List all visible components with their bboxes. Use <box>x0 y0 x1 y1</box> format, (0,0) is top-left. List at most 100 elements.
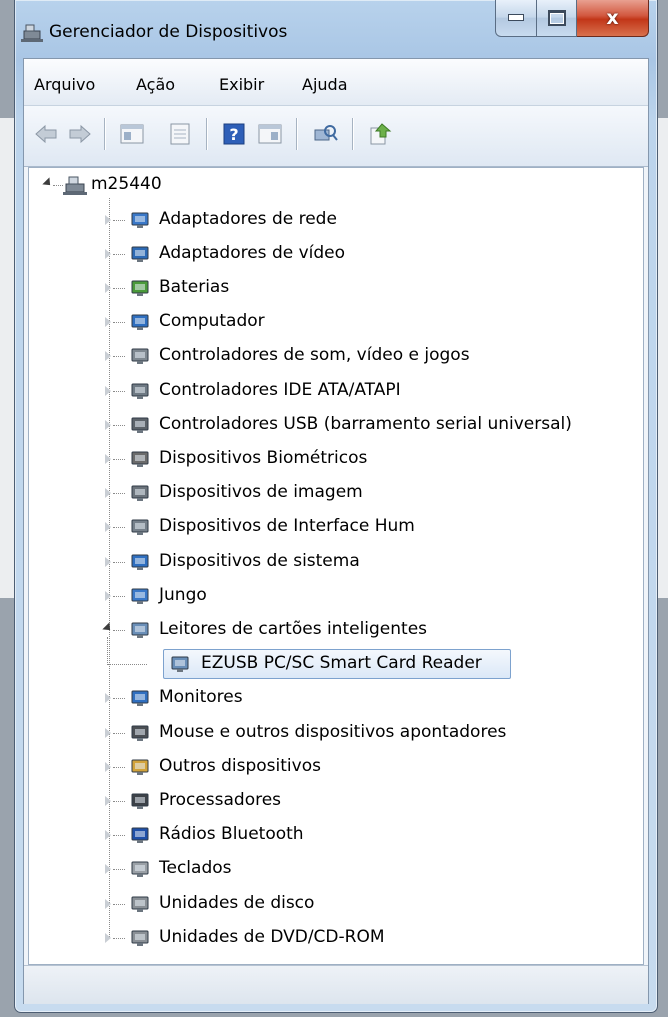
show-hide-console-tree-button[interactable] <box>118 120 146 148</box>
tree-item[interactable]: Computador <box>29 307 643 337</box>
tree-item[interactable]: Processadores <box>29 786 643 816</box>
expand-collapse-icon[interactable] <box>105 214 111 225</box>
expand-collapse-icon[interactable] <box>105 453 111 464</box>
expand-collapse-icon[interactable] <box>105 351 111 362</box>
tree-item-label: Baterias <box>159 276 230 297</box>
unknown-device-icon <box>129 756 151 778</box>
tree-item[interactable]: Controladores IDE ATA/ATAPI <box>29 376 643 406</box>
expand-collapse-icon[interactable] <box>105 727 111 738</box>
tree-child-label: EZUSB PC/SC Smart Card Reader <box>201 653 482 674</box>
smart-card-reader-icon <box>129 619 151 641</box>
tree-item[interactable]: Dispositivos de imagem <box>29 478 643 508</box>
minimize-icon <box>508 14 524 21</box>
tree-item[interactable]: Adaptadores de vídeo <box>29 239 643 269</box>
close-button[interactable]: x <box>577 0 649 37</box>
tree-item[interactable]: Controladores de som, vídeo e jogos <box>29 341 643 371</box>
tree-item[interactable]: Monitores <box>29 683 643 713</box>
monitor-icon <box>129 687 151 709</box>
tree-item-label: Adaptadores de vídeo <box>159 242 346 263</box>
tree-item[interactable]: Jungo <box>29 581 643 611</box>
maximize-button[interactable] <box>537 0 577 37</box>
tree-guide <box>113 458 125 460</box>
scan-hardware-changes-button[interactable] <box>312 120 340 148</box>
tree-item[interactable]: Teclados <box>29 854 643 884</box>
menu-arquivo[interactable]: Arquivo <box>34 75 95 94</box>
tree-item-label: Dispositivos de sistema <box>159 550 360 571</box>
forward-button[interactable] <box>66 120 94 148</box>
expand-collapse-icon[interactable] <box>105 864 111 875</box>
display-adapter-icon <box>129 243 151 265</box>
tree-item[interactable]: Dispositivos de sistema <box>29 547 643 577</box>
tree-item-label: Monitores <box>159 687 243 708</box>
expand-collapse-icon[interactable] <box>105 248 111 259</box>
battery-icon <box>129 277 151 299</box>
tree-item-label: Unidades de disco <box>159 892 315 913</box>
expand-collapse-icon[interactable] <box>105 317 111 328</box>
expand-collapse-icon[interactable] <box>105 932 111 943</box>
computer-icon <box>63 174 87 196</box>
tree-root-label: m25440 <box>91 174 162 194</box>
svg-text:?: ? <box>229 125 238 144</box>
help-button[interactable]: ? <box>220 120 248 148</box>
tree-guide <box>113 629 125 631</box>
menu-acao[interactable]: Ação <box>136 75 175 94</box>
show-action-pane-button[interactable] <box>256 120 284 148</box>
tree-item[interactable]: Controladores USB (barramento serial uni… <box>29 410 643 440</box>
minimize-button[interactable] <box>495 0 537 37</box>
expand-collapse-icon[interactable] <box>102 622 114 634</box>
properties-button[interactable] <box>166 120 194 148</box>
expand-collapse-icon[interactable] <box>105 898 111 909</box>
tree-item[interactable]: Mouse e outros dispositivos apontadores <box>29 718 643 748</box>
title-bar[interactable]: Gerenciador de Dispositivos x <box>15 0 657 58</box>
tree-guide <box>113 732 125 734</box>
expand-collapse-icon[interactable] <box>105 522 111 533</box>
tree-item[interactable]: Dispositivos Biométricos <box>29 444 643 474</box>
keyboard-icon <box>129 858 151 880</box>
status-bar <box>24 965 648 1004</box>
expand-collapse-icon[interactable] <box>105 590 111 601</box>
tree-guide <box>113 493 125 495</box>
tree-item[interactable]: Unidades de DVD/CD-ROM <box>29 923 643 953</box>
back-icon <box>35 124 57 144</box>
menu-ajuda[interactable]: Ajuda <box>302 75 348 94</box>
tree-item-label: Controladores de som, vídeo e jogos <box>159 345 470 366</box>
expand-collapse-icon[interactable] <box>105 556 111 567</box>
tree-item[interactable]: Leitores de cartões inteligentes <box>29 615 643 645</box>
expand-collapse-icon[interactable] <box>42 177 54 189</box>
tree-item-label: Mouse e outros dispositivos apontadores <box>159 721 507 742</box>
fingerprint-icon <box>129 448 151 470</box>
device-tree[interactable]: m25440 Adaptadores de rede Adaptadores de… <box>28 167 644 965</box>
update-driver-button[interactable] <box>366 120 394 148</box>
expand-collapse-icon[interactable] <box>105 761 111 772</box>
tree-root-item[interactable]: m25440 <box>29 170 643 200</box>
tree-child-item[interactable]: EZUSB PC/SC Smart Card Reader <box>29 637 643 680</box>
tree-guide <box>113 322 125 324</box>
expand-collapse-icon[interactable] <box>105 282 111 293</box>
keyboard-mouse-icon <box>129 516 151 538</box>
tree-item[interactable]: Dispositivos de Interface Hum <box>29 512 643 542</box>
tree-guide <box>113 253 125 255</box>
tree-item[interactable]: Rádios Bluetooth <box>29 820 643 850</box>
toolbar-separator <box>206 118 208 150</box>
tree-item[interactable]: Outros dispositivos <box>29 752 643 782</box>
tree-item[interactable]: Unidades de disco <box>29 889 643 919</box>
tree-guide <box>113 835 125 837</box>
menu-exibir[interactable]: Exibir <box>219 75 264 94</box>
expand-collapse-icon[interactable] <box>105 385 111 396</box>
tree-guide <box>113 527 125 529</box>
system-device-icon <box>129 551 151 573</box>
ide-controller-icon <box>129 380 151 402</box>
back-button[interactable] <box>32 120 60 148</box>
expand-collapse-icon[interactable] <box>105 488 111 499</box>
tree-item-label: Computador <box>159 311 265 332</box>
expand-collapse-icon[interactable] <box>105 795 111 806</box>
expand-collapse-icon[interactable] <box>105 830 111 841</box>
expand-collapse-icon[interactable] <box>105 693 111 704</box>
menu-bar: Arquivo Ação Exibir Ajuda <box>24 59 648 106</box>
tree-item-label: Leitores de cartões inteligentes <box>159 618 428 639</box>
tree-item[interactable]: Baterias <box>29 273 643 303</box>
tree-item-label: Controladores IDE ATA/ATAPI <box>159 379 401 400</box>
tree-guide <box>113 766 125 768</box>
expand-collapse-icon[interactable] <box>105 419 111 430</box>
tree-item[interactable]: Adaptadores de rede <box>29 205 643 235</box>
